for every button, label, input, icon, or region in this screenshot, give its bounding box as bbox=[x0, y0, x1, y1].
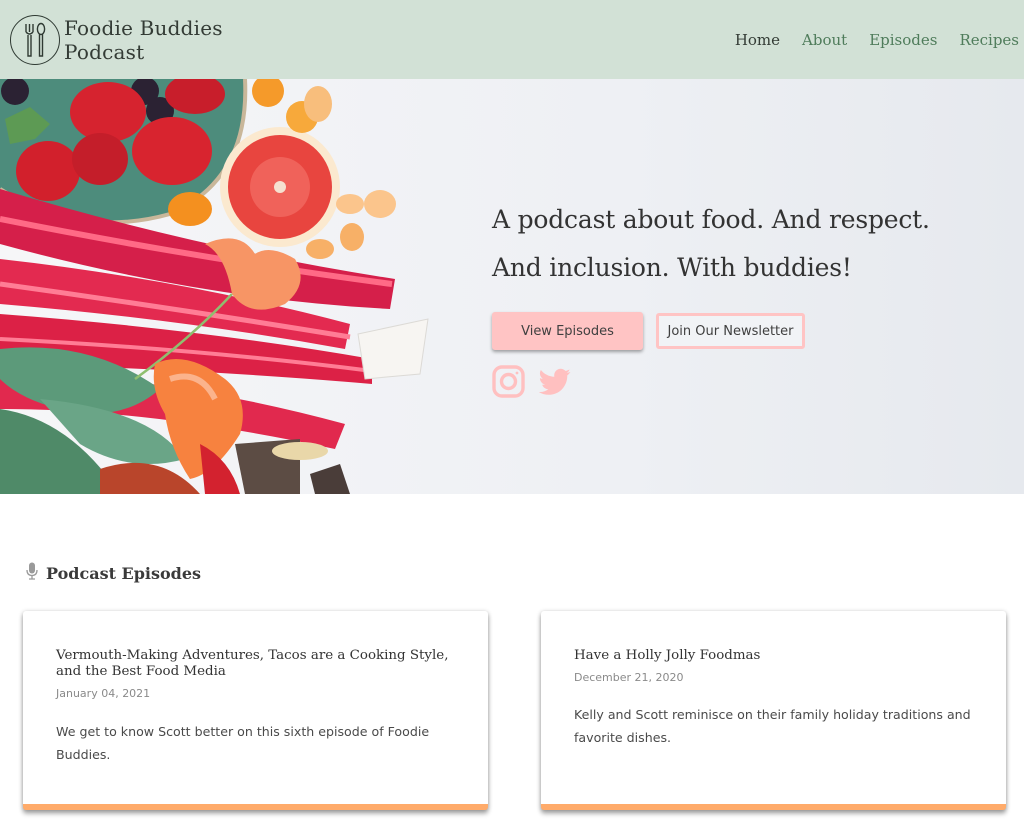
hero-image bbox=[0, 79, 429, 494]
strawberry bbox=[70, 82, 146, 142]
social-links bbox=[492, 365, 930, 398]
brand-title-line1: Foodie Buddies bbox=[64, 15, 223, 40]
hero-content: A podcast about food. And respect. And i… bbox=[492, 196, 930, 398]
brand-title-line2: Podcast bbox=[64, 39, 145, 64]
episode-date: January 04, 2021 bbox=[56, 687, 151, 700]
hero-headline-line1: A podcast about food. And respect. bbox=[492, 205, 930, 234]
join-newsletter-button[interactable]: Join Our Newsletter bbox=[656, 313, 805, 349]
twitter-icon[interactable] bbox=[539, 368, 571, 396]
strawberry bbox=[132, 117, 212, 185]
hero-headline-line2: And inclusion. With buddies! bbox=[492, 253, 852, 282]
episode-card[interactable]: Have a Holly Jolly Foodmas December 21, … bbox=[541, 611, 1006, 810]
nav-episodes[interactable]: Episodes bbox=[869, 31, 937, 49]
main-nav: Home About Episodes Recipes bbox=[713, 31, 1024, 49]
strawberry bbox=[72, 133, 128, 185]
hero-headline: A podcast about food. And respect. And i… bbox=[492, 196, 930, 292]
nav-recipes[interactable]: Recipes bbox=[959, 31, 1019, 49]
brand-title: Foodie Buddies Podcast bbox=[64, 16, 223, 64]
episode-date: December 21, 2020 bbox=[574, 671, 684, 684]
nav-about[interactable]: About bbox=[802, 31, 847, 49]
episodes-heading: Podcast Episodes bbox=[46, 563, 202, 583]
site-header: Foodie Buddies Podcast Home About Episod… bbox=[0, 0, 1024, 79]
episode-card[interactable]: Vermouth-Making Adventures, Tacos are a … bbox=[23, 611, 488, 810]
view-episodes-button[interactable]: View Episodes bbox=[492, 312, 643, 350]
brand[interactable]: Foodie Buddies Podcast bbox=[0, 14, 223, 65]
strawberry bbox=[16, 141, 80, 201]
episode-description: We get to know Scott better on this sixt… bbox=[56, 724, 430, 762]
microphone-icon bbox=[26, 562, 38, 584]
hero-buttons: View Episodes Join Our Newsletter bbox=[492, 312, 930, 350]
episode-title[interactable]: Have a Holly Jolly Foodmas bbox=[574, 648, 974, 664]
hero-section: A podcast about food. And respect. And i… bbox=[0, 79, 1024, 494]
episode-description: Kelly and Scott reminisce on their famil… bbox=[574, 707, 971, 745]
fork-spoon-icon bbox=[10, 14, 60, 65]
instagram-icon[interactable] bbox=[492, 365, 525, 398]
nav-home[interactable]: Home bbox=[735, 31, 780, 49]
episode-title[interactable]: Vermouth-Making Adventures, Tacos are a … bbox=[56, 648, 456, 680]
episodes-section-heading: Podcast Episodes bbox=[26, 562, 201, 584]
